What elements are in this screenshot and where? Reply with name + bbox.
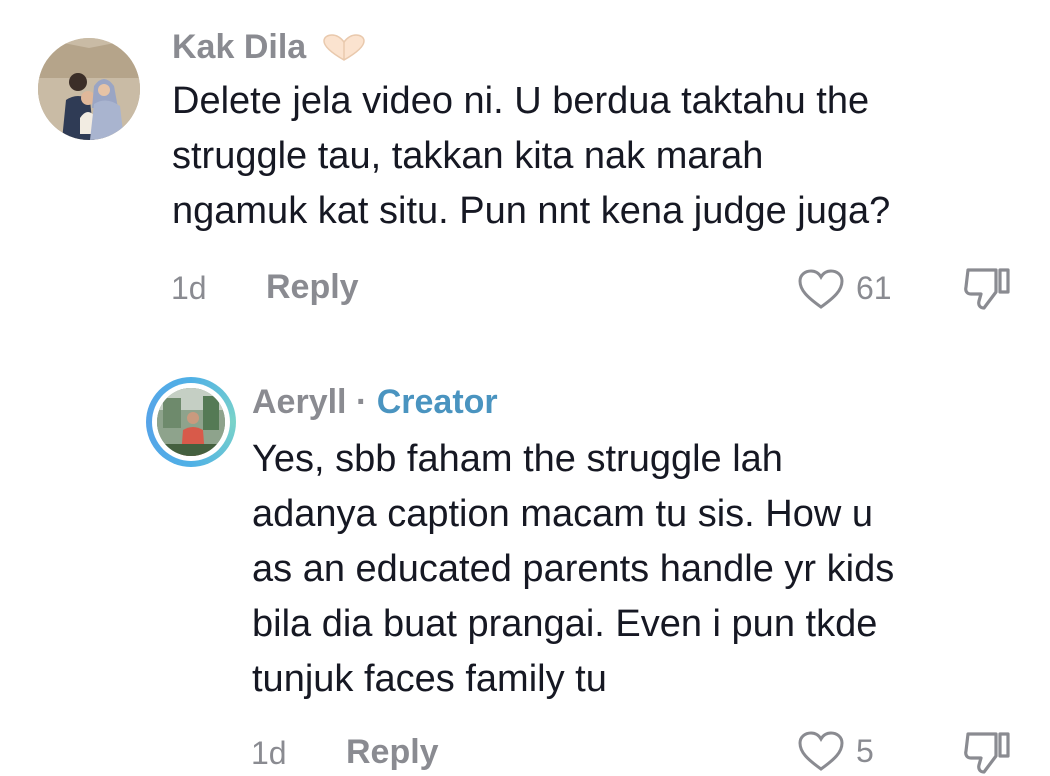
reply-line: tunjuk faces family tu xyxy=(252,658,607,700)
reply-username-line: Aeryll · Creator xyxy=(252,383,498,422)
reply-timestamp: 1d xyxy=(251,735,287,771)
avatar-aeryll[interactable] xyxy=(146,377,236,467)
username-separator: · xyxy=(346,383,377,421)
reply-reply-button[interactable]: Reply xyxy=(346,733,439,772)
reply-line: Yes, sbb faham the struggle lah xyxy=(252,438,783,480)
reply-button[interactable]: Reply xyxy=(266,268,359,307)
thumbs-down-icon xyxy=(964,732,1010,774)
comment-username[interactable]: Kak Dila xyxy=(172,28,306,67)
reply-like-button[interactable] xyxy=(797,730,845,772)
reply-username[interactable]: Aeryll xyxy=(252,383,347,421)
comment-line: Delete jela video ni. U berdua taktahu t… xyxy=(172,80,870,122)
creator-badge: Creator xyxy=(376,383,498,421)
reply-like-count: 5 xyxy=(856,733,874,769)
reply-dislike-button[interactable] xyxy=(962,728,1012,776)
avatar-photo xyxy=(157,388,225,456)
avatar-photo xyxy=(38,38,140,140)
dislike-button[interactable] xyxy=(962,264,1012,312)
thumbs-down-icon xyxy=(964,268,1010,310)
like-count: 61 xyxy=(856,270,892,306)
comment-text: Delete jela video ni. U berdua taktahu t… xyxy=(172,74,890,239)
reply-line: adanya caption macam tu sis. How u xyxy=(252,493,873,535)
avatar-kak-dila[interactable] xyxy=(38,38,140,140)
comment-line: ngamuk kat situ. Pun nnt kena judge juga… xyxy=(172,190,891,232)
comment-line: struggle tau, takkan kita nak marah xyxy=(172,135,764,177)
reply-text: Yes, sbb faham the struggle lah adanya c… xyxy=(252,432,894,707)
reply-line: bila dia buat prangai. Even i pun tkde xyxy=(252,603,878,645)
heart-hands-emoji-icon xyxy=(320,34,368,62)
like-button[interactable] xyxy=(797,268,845,310)
heart-outline-icon xyxy=(798,269,844,309)
reply-line: as an educated parents handle yr kids xyxy=(252,548,895,590)
comment-timestamp: 1d xyxy=(171,270,207,306)
heart-outline-icon xyxy=(798,731,844,771)
